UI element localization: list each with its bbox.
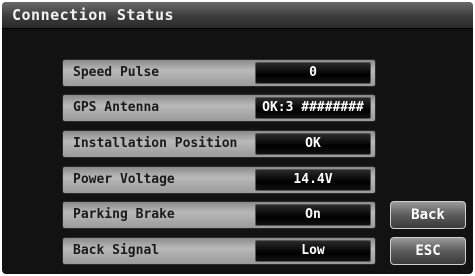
status-label: Installation Position [73,136,238,151]
status-label: Speed Pulse [73,65,160,80]
title-bar: Connection Status [2,2,473,29]
status-row-back-signal: Back Signal Low [62,237,376,265]
status-label: Back Signal [73,243,160,258]
status-value: 0 [255,62,371,84]
status-value: Low [255,240,371,262]
connection-status-screen: Connection Status Speed Pulse 0 GPS Ante… [2,2,473,274]
status-row-parking-brake: Parking Brake On [62,201,376,229]
status-label: Parking Brake [73,207,175,222]
status-value: OK [255,133,371,155]
status-label: GPS Antenna [73,100,160,115]
status-value: 14.4V [255,169,371,191]
status-row-power-voltage: Power Voltage 14.4V [62,166,376,194]
screen-title: Connection Status [12,6,175,24]
esc-button[interactable]: ESC [390,237,466,265]
back-button[interactable]: Back [390,201,466,229]
status-row-gps-antenna: GPS Antenna OK:3 ######## [62,94,376,122]
status-row-speed-pulse: Speed Pulse 0 [62,59,376,87]
status-row-installation-position: Installation Position OK [62,130,376,158]
status-value: On [255,204,371,226]
status-value: OK:3 ######## [255,97,371,119]
status-label: Power Voltage [73,172,175,187]
